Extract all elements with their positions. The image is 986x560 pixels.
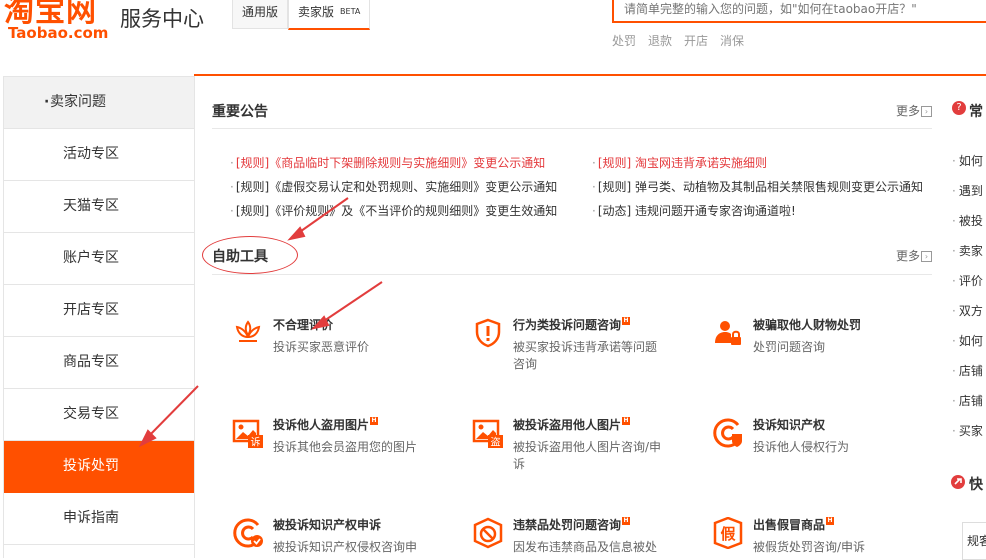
right-panel-top-border — [948, 74, 986, 76]
faq-link[interactable]: · 如何 — [952, 154, 983, 168]
faq-link[interactable]: · 卖家 — [952, 244, 983, 258]
question-icon: ? — [952, 101, 966, 115]
link-icon — [951, 475, 965, 489]
annotation-arrow — [317, 281, 383, 326]
faq-link[interactable]: · 买家 — [952, 424, 983, 438]
right-panel-box[interactable]: 规客 — [962, 522, 986, 560]
faq-link[interactable]: · 店铺 — [952, 394, 983, 408]
faq-link[interactable]: · 店铺 — [952, 364, 983, 378]
right-panel-title: 常 — [969, 104, 983, 120]
faq-link[interactable]: · 遇到 — [952, 184, 983, 198]
faq-link[interactable]: · 如何 — [952, 334, 983, 348]
faq-link[interactable]: · 双方 — [952, 304, 983, 318]
annotation-arrows — [138, 197, 383, 448]
faq-link[interactable]: · 评价 — [952, 274, 983, 288]
annotation-arrowhead — [287, 226, 306, 241]
right-panel-section2-title: 快 — [969, 477, 983, 493]
annotation-arrow — [143, 385, 199, 442]
faq-link[interactable]: · 被投 — [952, 214, 983, 228]
annotation-arrowhead — [311, 315, 330, 330]
